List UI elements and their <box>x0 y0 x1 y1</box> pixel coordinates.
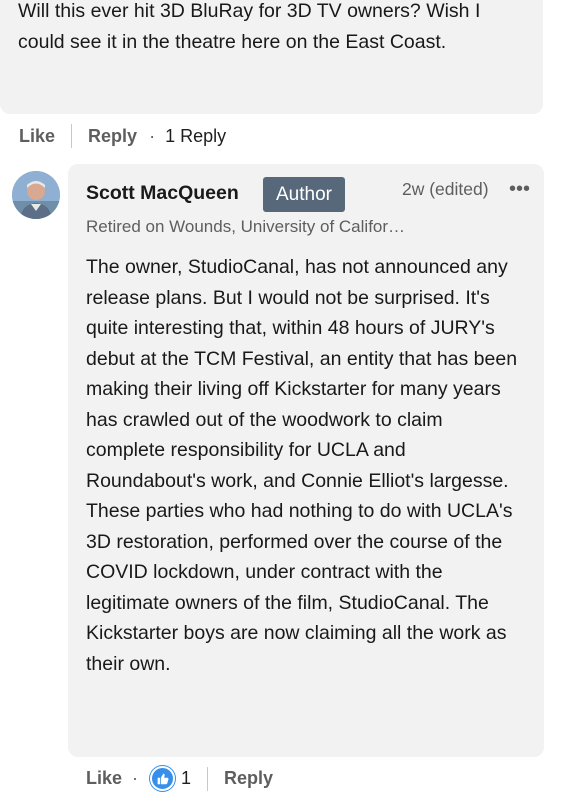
parent-reply-button[interactable]: Reply <box>88 126 137 147</box>
like-count: 1 <box>181 768 192 788</box>
parent-comment-text: Will this ever hit 3D BluRay for 3D TV o… <box>18 0 481 53</box>
author-name[interactable]: Scott MacQueen <box>86 182 239 205</box>
parent-like-button[interactable]: Like <box>19 126 55 147</box>
reply-count-link[interactable]: 1 Reply <box>165 126 226 147</box>
action-divider <box>207 766 209 791</box>
parent-comment-actions: Like Reply · 1 Reply <box>19 124 226 148</box>
parent-comment-bubble: Will this ever hit 3D BluRay for 3D TV o… <box>0 0 543 114</box>
action-divider <box>71 124 73 148</box>
more-horizontal-icon[interactable]: ••• <box>509 178 530 201</box>
avatar-image <box>12 171 60 219</box>
avatar[interactable] <box>12 171 60 219</box>
author-badge: Author <box>263 177 345 212</box>
reply-actions: Like · 1 Reply <box>86 766 273 791</box>
timestamp: 2w (edited) <box>402 179 489 199</box>
like-reaction-icon <box>150 766 176 791</box>
reply-text: The owner, StudioCanal, has not announce… <box>86 256 518 675</box>
reply-like-button[interactable]: Like <box>86 768 122 789</box>
action-dot: · <box>132 768 139 788</box>
reaction-count[interactable]: 1 <box>150 766 191 791</box>
thumbs-up-icon <box>157 773 169 785</box>
author-headline: Retired on Wounds, University of Califor… <box>86 217 406 236</box>
reply-reply-button[interactable]: Reply <box>224 768 273 789</box>
action-dot: · <box>149 125 156 146</box>
